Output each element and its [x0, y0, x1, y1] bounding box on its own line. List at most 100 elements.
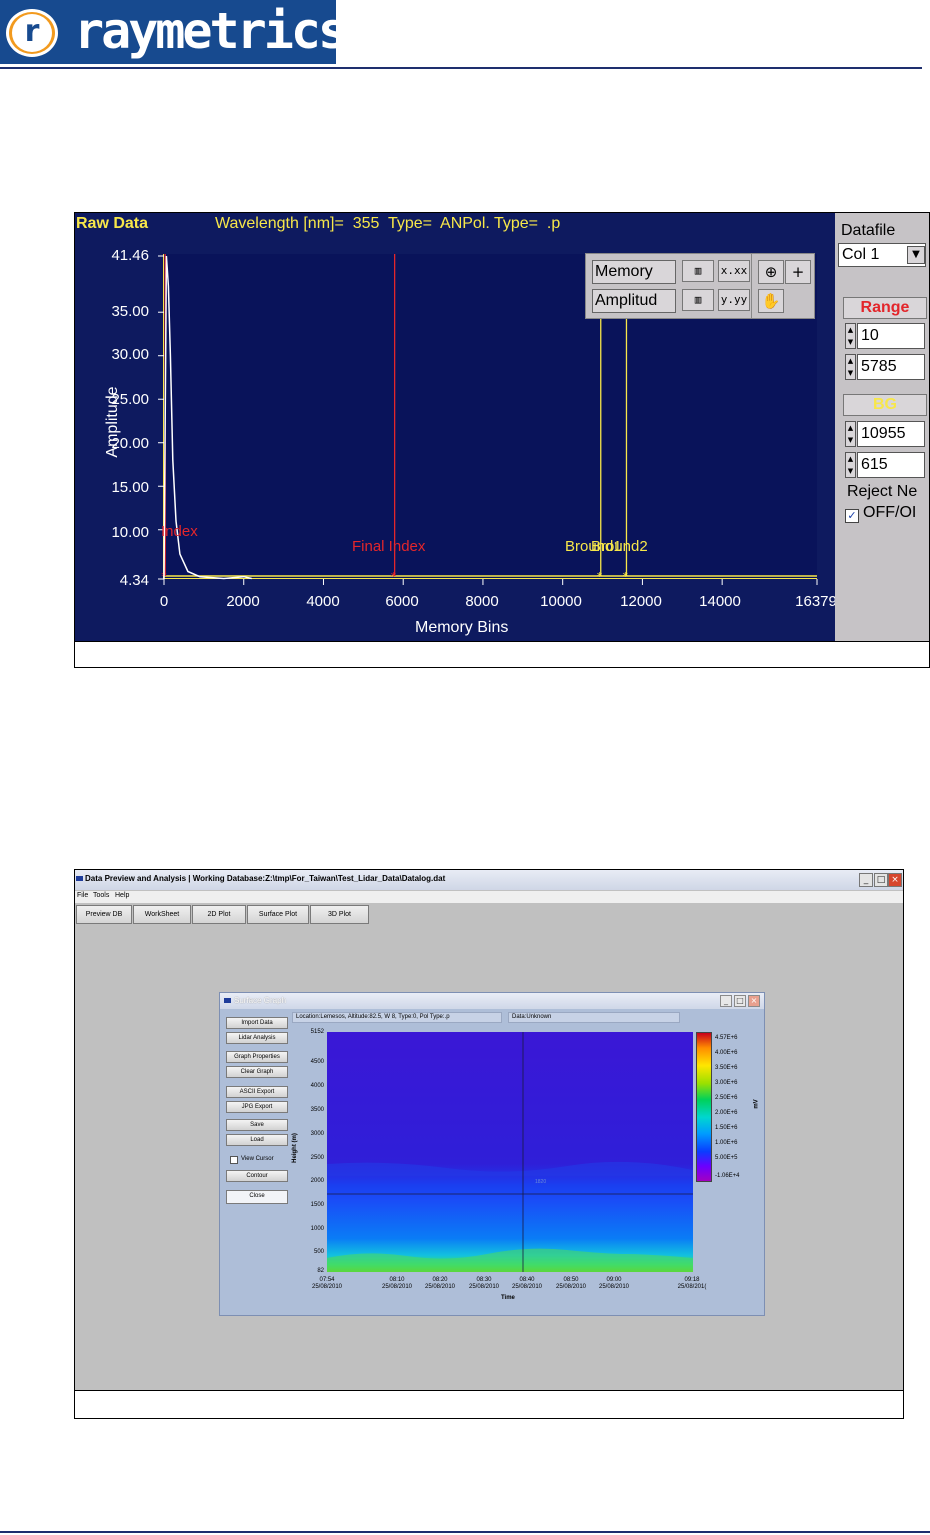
save-button[interactable]: Save	[226, 1119, 288, 1131]
surface-y-tick: 3000	[310, 1131, 324, 1137]
reject-negative-label: Reject Ne	[847, 483, 918, 500]
clear-graph-button[interactable]: Clear Graph	[226, 1066, 288, 1078]
colorbar-tick: 2.00E+6	[715, 1110, 738, 1116]
bg-end-field[interactable]: 615	[857, 452, 925, 478]
chevron-down-icon[interactable]: ▼	[907, 246, 925, 264]
zoom-icon[interactable]: ⊕	[758, 260, 784, 284]
surface-x-tick: 08:10 25/08/2010	[381, 1277, 413, 1290]
legend-memory[interactable]: Memory	[592, 260, 676, 284]
bg-start-stepper[interactable]: ▲ ▼	[845, 421, 856, 447]
y-tick-label: 15.00	[111, 479, 149, 496]
minimize-icon[interactable]: _	[720, 995, 732, 1007]
menu-tools[interactable]: Tools	[93, 892, 109, 899]
surface-y-tick: 1500	[310, 1202, 324, 1208]
bg-start-field[interactable]: 10955	[857, 421, 925, 447]
footer-rule	[0, 1531, 930, 1533]
x-tick-label: 10000	[540, 593, 582, 610]
y-axis-label: Amplitude	[104, 386, 121, 458]
range-start-field[interactable]: 10	[857, 323, 925, 349]
jpg-export-button[interactable]: JPG Export	[226, 1101, 288, 1113]
range-start-stepper[interactable]: ▲ ▼	[845, 323, 856, 349]
tab-worksheet[interactable]: WorkSheet	[133, 905, 191, 924]
toggle-label: OFF/OI	[863, 504, 917, 521]
colorbar-tick: 4.00E+6	[715, 1050, 738, 1056]
surface-x-tick: 08:50 25/08/2010	[555, 1277, 587, 1290]
surface-graph-title: Surface Graph	[234, 996, 287, 1005]
x-tick-label: 0	[159, 593, 169, 610]
window-title: Data Preview and Analysis | Working Data…	[85, 874, 446, 883]
cursor-bg1-marker: *	[597, 570, 603, 583]
surface-y-tick: 1000	[310, 1226, 324, 1232]
cursor-label-bg2: Bround2	[591, 538, 648, 555]
lidar-analysis-button[interactable]: Lidar Analysis	[226, 1032, 288, 1044]
graph-properties-button[interactable]: Graph Properties	[226, 1051, 288, 1063]
pan-hand-icon[interactable]: ✋	[758, 289, 784, 313]
menu-file[interactable]: File	[77, 892, 88, 899]
surface-x-tick: 08:20 25/08/2010	[424, 1277, 456, 1290]
maximize-icon[interactable]: □	[734, 995, 746, 1007]
range-end-stepper[interactable]: ▲ ▼	[845, 354, 856, 380]
y-tick-label: 10.00	[111, 524, 149, 541]
y-scale-lock-icon[interactable]: ▥	[682, 289, 714, 311]
bg-heading: BG	[843, 394, 927, 416]
legend-amplitude[interactable]: Amplitud	[592, 289, 676, 313]
cursor-value-label: 1820	[535, 1179, 547, 1185]
surface-y-tick: 5152	[310, 1029, 324, 1035]
ascii-export-button[interactable]: ASCII Export	[226, 1086, 288, 1098]
tab-2d-plot[interactable]: 2D Plot	[192, 905, 246, 924]
datafile-select[interactable]: Col 1 ▼	[838, 243, 926, 267]
window-title-bar: Data Preview and Analysis | Working Data…	[75, 870, 903, 890]
tab-3d-plot[interactable]: 3D Plot	[310, 905, 369, 924]
x-scale-lock-icon[interactable]: ▥	[682, 260, 714, 282]
close-icon[interactable]: ×	[748, 995, 760, 1007]
y-tick-label: 41.46	[111, 247, 149, 264]
colorbar-tick: 5.00E+5	[715, 1155, 738, 1161]
tab-bar: Preview DB WorkSheet 2D Plot Surface Plo…	[75, 904, 903, 926]
raw-data-screenshot: Raw Data Wavelength [nm]= 355 Type= ANPo…	[75, 213, 929, 641]
datafile-value: Col 1	[842, 246, 880, 263]
cursor-label-final: Final Index	[352, 538, 426, 555]
load-button[interactable]: Load	[226, 1134, 288, 1146]
figure-caption-row	[75, 1390, 903, 1418]
x-tick-label: 12000	[620, 593, 662, 610]
crosshair-button[interactable]: +	[785, 260, 811, 284]
surface-y-tick: 2000	[310, 1178, 324, 1184]
reject-negative-checkbox[interactable]: ✓	[845, 509, 859, 523]
y-format-button[interactable]: y.yy	[718, 289, 750, 311]
import-data-button[interactable]: Import Data	[226, 1017, 288, 1029]
cursor-final-marker: *	[391, 570, 397, 583]
minimize-icon[interactable]: _	[859, 873, 873, 887]
colorbar-tick: 1.00E+6	[715, 1140, 738, 1146]
x-axis-label: Memory Bins	[415, 619, 509, 636]
x-tick-label: 14000	[699, 593, 741, 610]
maximize-icon[interactable]: □	[874, 873, 888, 887]
raymetrics-logo: r raymetrics	[0, 0, 348, 64]
y-tick-label: 30.00	[111, 346, 149, 363]
bg-end-stepper[interactable]: ▲ ▼	[845, 452, 856, 478]
menu-help[interactable]: Help	[115, 892, 129, 899]
contour-button[interactable]: Contour	[226, 1170, 288, 1182]
colorbar	[696, 1032, 712, 1182]
view-cursor-label: View Cursor	[241, 1156, 274, 1162]
app-icon	[224, 998, 231, 1003]
surface-x-tick: 07:54 25/08/2010	[311, 1277, 343, 1290]
surface-x-tick: 09:00 25/08/2010	[598, 1277, 630, 1290]
colorbar-tick: -1.06E+4	[715, 1173, 740, 1179]
close-icon[interactable]: ×	[888, 873, 902, 887]
surface-y-tick: 3500	[310, 1107, 324, 1113]
close-button[interactable]: Close	[226, 1190, 288, 1204]
view-cursor-checkbox[interactable]	[230, 1156, 238, 1164]
surface-y-tick: 2500	[310, 1155, 324, 1161]
range-heading: Range	[843, 297, 927, 319]
surface-heatmap[interactable]	[327, 1032, 693, 1272]
surface-x-tick: 09:18 25/08/201(	[677, 1277, 707, 1290]
cursor-label-initial: Index	[161, 523, 198, 540]
figure-caption-row	[75, 641, 929, 667]
surface-graph-title-bar: Surface Graph _ □ ×	[220, 993, 764, 1009]
tab-surface-plot[interactable]: Surface Plot	[247, 905, 309, 924]
range-end-field[interactable]: 5785	[857, 354, 925, 380]
tab-preview-db[interactable]: Preview DB	[76, 905, 132, 924]
x-format-button[interactable]: x.xx	[718, 260, 750, 282]
data-field: Data:Unknown	[508, 1012, 680, 1023]
location-field: Location:Lemesos, Altitude:82.5, W 8, Ty…	[292, 1012, 502, 1023]
